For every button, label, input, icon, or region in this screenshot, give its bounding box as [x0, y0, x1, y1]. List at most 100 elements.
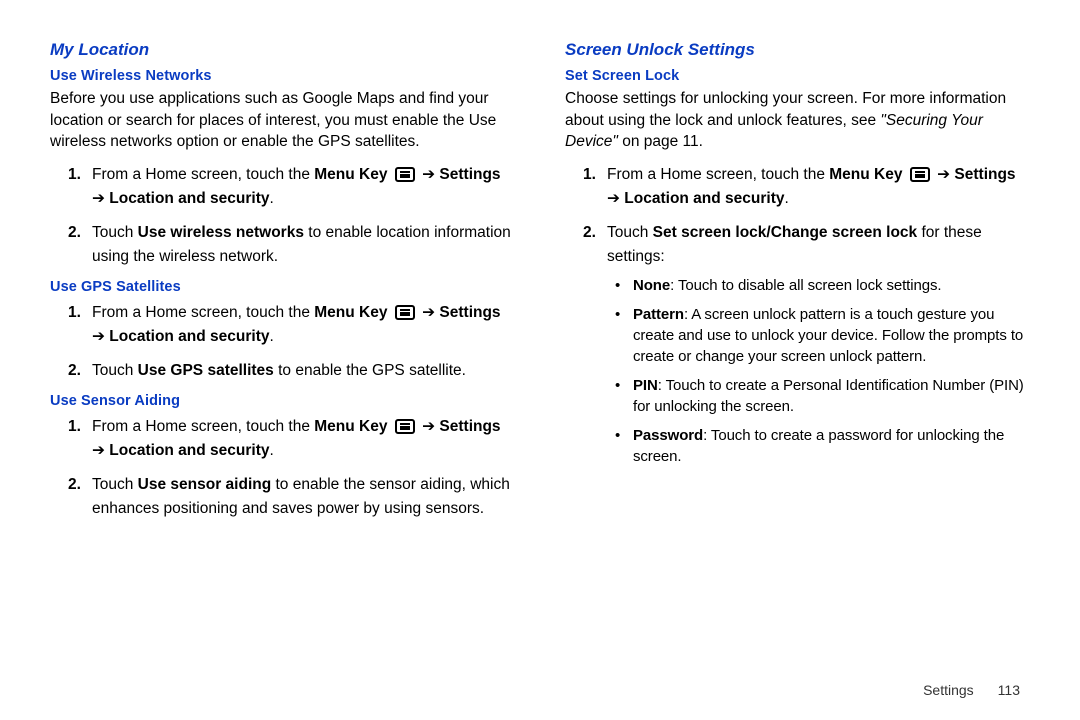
- bold-text: Password: [633, 427, 703, 444]
- menu-key-icon: [395, 305, 415, 320]
- list-item: 2. Touch Use sensor aiding to enable the…: [50, 473, 515, 521]
- bold-text: Settings: [954, 166, 1015, 183]
- menu-key-icon: [910, 167, 930, 182]
- text: Touch: [92, 224, 138, 241]
- left-column: My Location Use Wireless Networks Before…: [50, 40, 515, 531]
- subheading-use-wireless-networks: Use Wireless Networks: [50, 68, 515, 84]
- step-body: From a Home screen, touch the Menu Key ➔…: [92, 163, 515, 211]
- bold-text: Menu Key: [314, 304, 387, 321]
- bullet-body: Password: Touch to create a password for…: [633, 425, 1030, 467]
- ordered-list: 1. From a Home screen, touch the Menu Ke…: [50, 163, 515, 269]
- list-item: • PIN: Touch to create a Personal Identi…: [607, 375, 1030, 417]
- ordered-list: 1. From a Home screen, touch the Menu Ke…: [50, 301, 515, 383]
- step-number: 1.: [50, 301, 92, 349]
- two-column-layout: My Location Use Wireless Networks Before…: [50, 40, 1030, 531]
- step-number: 1.: [565, 163, 607, 211]
- page-footer: Settings 113: [923, 682, 1020, 698]
- bullet-icon: •: [607, 375, 633, 417]
- bold-text: Use GPS satellites: [138, 362, 274, 379]
- text: .: [785, 190, 789, 207]
- list-item: 1. From a Home screen, touch the Menu Ke…: [50, 163, 515, 211]
- bold-text: Location and security: [624, 190, 784, 207]
- footer-page-number: 113: [998, 682, 1020, 698]
- bullet-body: None: Touch to disable all screen lock s…: [633, 275, 1030, 296]
- subheading-use-sensor-aiding: Use Sensor Aiding: [50, 393, 515, 409]
- list-item: • None: Touch to disable all screen lock…: [607, 275, 1030, 296]
- list-item: • Password: Touch to create a password f…: [607, 425, 1030, 467]
- bold-text: Menu Key: [314, 166, 387, 183]
- step-body: Touch Use wireless networks to enable lo…: [92, 221, 515, 269]
- bold-text: Use wireless networks: [138, 224, 304, 241]
- bold-text: Set screen lock/Change screen lock: [653, 224, 917, 241]
- step-number: 1.: [50, 163, 92, 211]
- bold-text: PIN: [633, 377, 658, 394]
- ordered-list: 1. From a Home screen, touch the Menu Ke…: [565, 163, 1030, 475]
- step-body: Touch Set screen lock/Change screen lock…: [607, 221, 1030, 475]
- right-column: Screen Unlock Settings Set Screen Lock C…: [565, 40, 1030, 531]
- bullet-icon: •: [607, 275, 633, 296]
- arrow-icon: ➔: [92, 190, 109, 207]
- list-item: 2. Touch Use wireless networks to enable…: [50, 221, 515, 269]
- bold-text: Menu Key: [829, 166, 902, 183]
- section-title-my-location: My Location: [50, 40, 515, 60]
- text: Touch: [607, 224, 653, 241]
- bold-text: Location and security: [109, 442, 269, 459]
- list-item: 2. Touch Set screen lock/Change screen l…: [565, 221, 1030, 475]
- text: Touch: [92, 476, 138, 493]
- bullet-body: PIN: Touch to create a Personal Identifi…: [633, 375, 1030, 417]
- text: .: [270, 190, 274, 207]
- ordered-list: 1. From a Home screen, touch the Menu Ke…: [50, 415, 515, 521]
- text: Touch: [92, 362, 138, 379]
- text: on page 11.: [618, 133, 703, 150]
- arrow-icon: ➔: [92, 328, 109, 345]
- list-item: 1. From a Home screen, touch the Menu Ke…: [50, 301, 515, 349]
- text: From a Home screen, touch the: [92, 418, 314, 435]
- text: : Touch to create a Personal Identificat…: [633, 377, 1024, 415]
- footer-section-label: Settings: [923, 682, 974, 698]
- text: : A screen unlock pattern is a touch ges…: [633, 306, 1023, 365]
- list-item: • Pattern: A screen unlock pattern is a …: [607, 304, 1030, 367]
- step-body: From a Home screen, touch the Menu Key ➔…: [92, 415, 515, 463]
- paragraph: Choose settings for unlocking your scree…: [565, 88, 1030, 153]
- text: From a Home screen, touch the: [92, 304, 314, 321]
- bold-text: Settings: [439, 304, 500, 321]
- step-body: From a Home screen, touch the Menu Key ➔…: [607, 163, 1030, 211]
- bold-text: Use sensor aiding: [138, 476, 272, 493]
- step-body: Touch Use GPS satellites to enable the G…: [92, 359, 515, 383]
- text: : Touch to disable all screen lock setti…: [670, 277, 941, 294]
- paragraph: Before you use applications such as Goog…: [50, 88, 515, 153]
- arrow-icon: ➔: [607, 190, 624, 207]
- text: From a Home screen, touch the: [92, 166, 314, 183]
- step-number: 2.: [50, 473, 92, 521]
- bullet-icon: •: [607, 425, 633, 467]
- bold-text: Location and security: [109, 328, 269, 345]
- step-number: 1.: [50, 415, 92, 463]
- subheading-use-gps-satellites: Use GPS Satellites: [50, 279, 515, 295]
- arrow-icon: ➔: [418, 304, 440, 321]
- menu-key-icon: [395, 167, 415, 182]
- step-number: 2.: [50, 359, 92, 383]
- manual-page: My Location Use Wireless Networks Before…: [0, 0, 1080, 720]
- arrow-icon: ➔: [418, 166, 440, 183]
- subheading-set-screen-lock: Set Screen Lock: [565, 68, 1030, 84]
- step-body: From a Home screen, touch the Menu Key ➔…: [92, 301, 515, 349]
- list-item: 1. From a Home screen, touch the Menu Ke…: [565, 163, 1030, 211]
- bold-text: Menu Key: [314, 418, 387, 435]
- bold-text: Pattern: [633, 306, 684, 323]
- bold-text: Location and security: [109, 190, 269, 207]
- section-title-screen-unlock-settings: Screen Unlock Settings: [565, 40, 1030, 60]
- list-item: 1. From a Home screen, touch the Menu Ke…: [50, 415, 515, 463]
- text: .: [270, 442, 274, 459]
- menu-key-icon: [395, 419, 415, 434]
- bullet-list: • None: Touch to disable all screen lock…: [607, 275, 1030, 467]
- step-number: 2.: [565, 221, 607, 475]
- text: .: [270, 328, 274, 345]
- arrow-icon: ➔: [92, 442, 109, 459]
- bullet-icon: •: [607, 304, 633, 367]
- bullet-body: Pattern: A screen unlock pattern is a to…: [633, 304, 1030, 367]
- text: From a Home screen, touch the: [607, 166, 829, 183]
- list-item: 2. Touch Use GPS satellites to enable th…: [50, 359, 515, 383]
- step-number: 2.: [50, 221, 92, 269]
- arrow-icon: ➔: [418, 418, 440, 435]
- bold-text: Settings: [439, 418, 500, 435]
